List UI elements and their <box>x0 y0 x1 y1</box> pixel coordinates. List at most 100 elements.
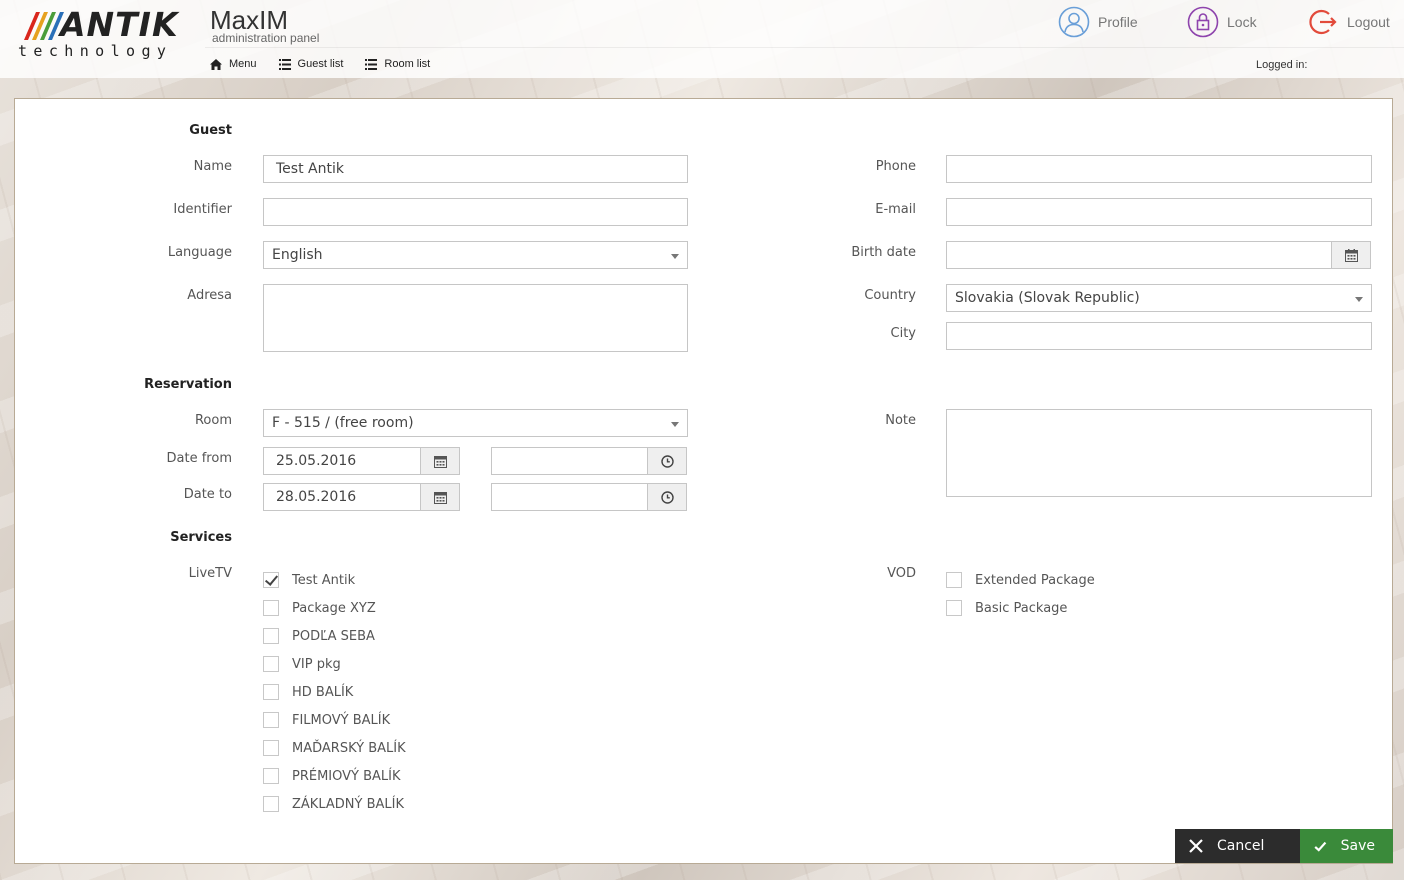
country-label: Country <box>864 288 916 303</box>
time-to-clock-button[interactable] <box>647 483 687 511</box>
package-label: PRÉMIOVÝ BALÍK <box>292 768 401 784</box>
user-icon <box>1058 6 1090 38</box>
main-nav: Menu Guest list Room list <box>210 58 430 70</box>
vod-package-item[interactable]: Extended Package <box>946 572 1095 588</box>
lock-icon <box>1187 6 1219 38</box>
livetv-package-item[interactable]: HD BALÍK <box>263 684 353 700</box>
date-to-calendar-button[interactable] <box>420 483 460 511</box>
livetv-package-item[interactable]: MAĎARSKÝ BALÍK <box>263 740 406 756</box>
time-to-field[interactable] <box>491 483 648 511</box>
list-icon <box>278 58 291 70</box>
section-reservation-title: Reservation <box>144 377 232 392</box>
checkbox[interactable] <box>946 600 962 616</box>
checkbox[interactable] <box>263 712 279 728</box>
date-from-field[interactable]: 25.05.2016 <box>263 447 421 475</box>
checkbox[interactable] <box>263 628 279 644</box>
package-label: FILMOVÝ BALÍK <box>292 712 391 728</box>
checkbox[interactable] <box>263 684 279 700</box>
identifier-label: Identifier <box>173 202 232 217</box>
note-label: Note <box>885 413 916 428</box>
livetv-package-item[interactable]: PODĽA SEBA <box>263 628 375 644</box>
profile-label: Profile <box>1098 14 1138 30</box>
header-divider <box>205 47 1404 48</box>
address-label: Adresa <box>187 288 232 303</box>
lock-label: Lock <box>1227 14 1257 30</box>
nav-room-list[interactable]: Room list <box>365 58 430 70</box>
close-icon <box>1189 839 1203 853</box>
language-select[interactable]: English <box>263 241 688 269</box>
clock-icon <box>660 454 674 468</box>
nav-guest-list-label: Guest list <box>297 58 344 70</box>
lock-button[interactable]: Lock <box>1187 6 1257 38</box>
logout-button[interactable]: Logout <box>1307 6 1390 38</box>
language-label: Language <box>167 245 232 260</box>
birthdate-label: Birth date <box>851 245 916 260</box>
check-icon <box>1314 841 1327 852</box>
time-from-field[interactable] <box>491 447 648 475</box>
package-label: Basic Package <box>975 600 1068 616</box>
checkbox[interactable] <box>263 796 279 812</box>
antik-logo[interactable]: ANTIK technology <box>16 8 196 64</box>
nav-guest-list[interactable]: Guest list <box>278 58 344 70</box>
livetv-package-item[interactable]: PRÉMIOVÝ BALÍK <box>263 768 401 784</box>
package-label: ZÁKLADNÝ BALÍK <box>292 796 404 812</box>
city-field[interactable] <box>946 322 1372 350</box>
livetv-package-item[interactable]: FILMOVÝ BALÍK <box>263 712 390 728</box>
guest-form-panel: Guest Name Test Antik Identifier Languag… <box>14 98 1393 864</box>
checkbox[interactable] <box>263 600 279 616</box>
package-label: HD BALÍK <box>292 684 354 700</box>
package-label: Test Antik <box>292 572 356 588</box>
name-label: Name <box>193 159 232 174</box>
save-button[interactable]: Save <box>1300 829 1393 863</box>
name-field[interactable]: Test Antik <box>263 155 688 183</box>
date-from-label: Date from <box>166 451 232 466</box>
package-label: PODĽA SEBA <box>292 628 375 644</box>
logout-label: Logout <box>1347 14 1390 30</box>
logo-stripes-icon <box>24 12 64 40</box>
identifier-field[interactable] <box>263 198 688 226</box>
logout-icon <box>1309 9 1337 35</box>
phone-field[interactable] <box>946 155 1372 183</box>
profile-button[interactable]: Profile <box>1058 6 1138 38</box>
room-select[interactable]: F - 515 / (free room) <box>263 409 688 437</box>
city-label: City <box>890 326 916 341</box>
room-label: Room <box>194 413 232 428</box>
time-from-clock-button[interactable] <box>647 447 687 475</box>
livetv-package-item[interactable]: Test Antik <box>263 572 355 588</box>
nav-room-list-label: Room list <box>384 58 431 70</box>
logged-in-label: Logged in: <box>1256 59 1308 71</box>
checkbox[interactable] <box>946 572 962 588</box>
cancel-button[interactable]: Cancel <box>1175 829 1316 863</box>
checkbox-checked[interactable] <box>263 572 279 588</box>
vod-package-item[interactable]: Basic Package <box>946 600 1067 616</box>
package-label: MAĎARSKÝ BALÍK <box>292 740 406 756</box>
app-subtitle: administration panel <box>212 31 320 45</box>
checkbox[interactable] <box>263 740 279 756</box>
chevron-down-icon <box>671 422 679 427</box>
livetv-label: LiveTV <box>188 566 232 581</box>
birthdate-calendar-button[interactable] <box>1331 241 1371 269</box>
list-icon <box>365 58 378 70</box>
date-to-field[interactable]: 28.05.2016 <box>263 483 421 511</box>
package-label: VIP pkg <box>292 656 341 672</box>
country-select[interactable]: Slovakia (Slovak Republic) <box>946 284 1372 312</box>
cancel-button-label: Cancel <box>1217 838 1265 854</box>
livetv-package-item[interactable]: VIP pkg <box>263 656 341 672</box>
date-from-calendar-button[interactable] <box>420 447 460 475</box>
livetv-package-item[interactable]: ZÁKLADNÝ BALÍK <box>263 796 404 812</box>
nav-menu[interactable]: Menu <box>210 58 257 70</box>
nav-menu-label: Menu <box>229 58 257 70</box>
checkbox[interactable] <box>263 656 279 672</box>
header: ANTIK technology MaxIM administration pa… <box>0 0 1404 78</box>
address-textarea[interactable] <box>263 284 688 352</box>
email-field[interactable] <box>946 198 1372 226</box>
birthdate-field[interactable] <box>946 241 1332 269</box>
section-services-title: Services <box>170 530 232 545</box>
note-textarea[interactable] <box>946 409 1372 497</box>
calendar-icon <box>433 455 447 468</box>
livetv-package-item[interactable]: Package XYZ <box>263 600 376 616</box>
package-label: Package XYZ <box>292 600 376 616</box>
vod-label: VOD <box>887 566 916 581</box>
section-guest-title: Guest <box>189 123 232 138</box>
checkbox[interactable] <box>263 768 279 784</box>
